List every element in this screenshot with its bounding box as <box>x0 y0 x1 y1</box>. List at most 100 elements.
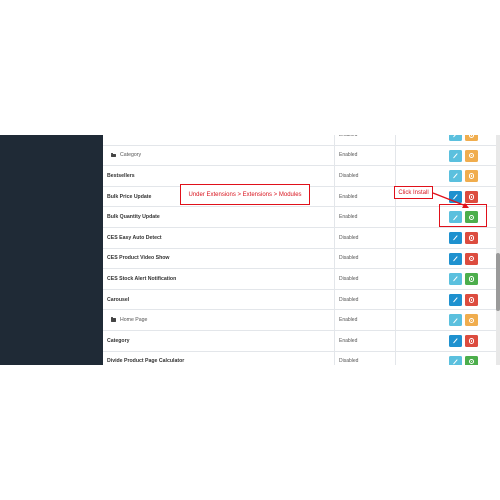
column-divider <box>334 248 335 269</box>
edit-button[interactable] <box>449 149 462 162</box>
edit-button[interactable] <box>449 334 462 347</box>
module-row: CES Easy Auto Detect Disabled <box>103 227 496 249</box>
column-divider <box>395 207 396 227</box>
edit-button[interactable] <box>449 355 462 365</box>
edit-button[interactable] <box>449 135 462 141</box>
pencil-icon <box>453 297 458 303</box>
pencil-icon <box>453 153 458 159</box>
column-divider <box>334 207 335 227</box>
column-divider <box>334 135 335 145</box>
folder-icon <box>111 152 116 158</box>
pencil-icon <box>453 358 458 365</box>
module-name-text: Bulk Quantity Update <box>107 214 160 221</box>
module-name-text: Category <box>120 152 142 159</box>
click-install-annotation: Click Install <box>394 186 433 199</box>
uninstall-button[interactable] <box>465 190 478 203</box>
folder-icon <box>111 317 116 322</box>
column-divider <box>395 145 396 166</box>
module-name-text: Carousel <box>107 296 130 303</box>
edit-button[interactable] <box>449 273 462 286</box>
module-row: Divide Product Page Calculator Disabled <box>103 351 496 365</box>
modules-table: Enabled Category Enabled Bestsellers Disable… <box>103 135 496 365</box>
module-status: Enabled <box>339 193 358 200</box>
pencil-icon <box>453 276 458 282</box>
install-button[interactable] <box>465 149 478 162</box>
gear-icon <box>468 358 475 365</box>
modules-path-annotation: Under Extensions > Extensions > Modules <box>180 184 310 205</box>
module-name-text: Bestsellers <box>107 172 135 179</box>
column-divider <box>395 289 396 310</box>
column-divider <box>395 310 396 330</box>
gear-icon <box>468 135 475 138</box>
install-button[interactable] <box>465 135 478 141</box>
column-divider <box>395 330 396 351</box>
column-divider <box>395 227 396 248</box>
column-divider <box>334 227 335 248</box>
edit-button[interactable] <box>449 190 462 203</box>
module-name: Divide Product Page Calculator <box>107 352 184 365</box>
gear-icon <box>468 317 475 324</box>
module-name: Bulk Quantity Update <box>107 207 160 227</box>
column-divider <box>334 269 335 289</box>
pencil-icon <box>453 256 458 262</box>
install-button[interactable] <box>465 314 478 327</box>
gear-icon <box>468 338 475 344</box>
column-divider <box>395 135 396 145</box>
admin-sidebar <box>0 135 103 365</box>
install-button[interactable] <box>465 170 478 183</box>
module-status: Enabled <box>339 152 358 159</box>
gear-icon <box>468 235 475 241</box>
scrollbar-track[interactable] <box>496 135 500 365</box>
install-button[interactable] <box>465 355 478 365</box>
column-divider <box>334 186 335 207</box>
column-divider <box>395 269 396 289</box>
edit-button[interactable] <box>449 314 462 327</box>
module-name: Bulk Price Update <box>107 187 151 207</box>
module-name-text: Home Page <box>120 317 148 324</box>
pencil-icon <box>453 317 458 323</box>
pencil-icon <box>453 173 458 179</box>
gear-icon <box>468 276 475 282</box>
column-divider <box>334 351 335 365</box>
module-status: Enabled <box>339 317 358 324</box>
pencil-icon <box>453 194 458 200</box>
module-status: Disabled <box>339 172 359 179</box>
pencil-icon <box>453 135 458 138</box>
column-divider <box>395 248 396 269</box>
edit-button[interactable] <box>449 252 462 265</box>
module-status: Enabled <box>339 135 357 145</box>
module-name: CES Easy Auto Detect <box>107 228 162 248</box>
module-row: Enabled <box>103 135 496 146</box>
module-row: Carousel Disabled <box>103 289 496 311</box>
admin-screenshot: Enabled Category Enabled Bestsellers Disable… <box>0 135 500 365</box>
module-name-text: Divide Product Page Calculator <box>107 358 185 365</box>
gear-icon <box>468 152 475 159</box>
module-name-text: Category <box>107 337 130 344</box>
column-divider <box>334 166 335 186</box>
scrollbar-thumb[interactable] <box>496 253 500 311</box>
column-divider <box>334 289 335 310</box>
column-divider <box>334 145 335 166</box>
module-name: CES Product Video Show <box>107 249 169 269</box>
uninstall-button[interactable] <box>465 334 478 347</box>
module-name: Bestsellers <box>107 166 135 186</box>
modules-panel: Enabled Category Enabled Bestsellers Disable… <box>103 135 500 365</box>
uninstall-button[interactable] <box>465 231 478 244</box>
column-divider <box>395 351 396 365</box>
module-name: Category <box>111 146 141 166</box>
edit-button[interactable] <box>449 293 462 306</box>
column-divider <box>334 330 335 351</box>
module-name-text: Bulk Price Update <box>107 193 152 200</box>
uninstall-button[interactable] <box>465 293 478 306</box>
edit-button[interactable] <box>449 231 462 244</box>
gear-icon <box>468 296 475 303</box>
install-button[interactable] <box>465 273 478 286</box>
module-name-text: CES Easy Auto Detect <box>107 234 162 241</box>
edit-button[interactable] <box>449 170 462 183</box>
uninstall-button[interactable] <box>465 252 478 265</box>
module-status: Disabled <box>339 296 359 303</box>
module-name: CES Stock Alert Notification <box>107 269 176 289</box>
column-divider <box>395 166 396 186</box>
column-divider <box>334 310 335 330</box>
pencil-icon <box>453 235 458 241</box>
